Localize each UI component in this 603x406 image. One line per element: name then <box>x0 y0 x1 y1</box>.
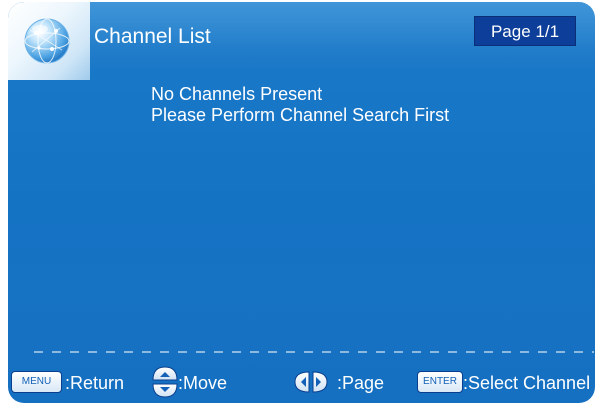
enter-hint: :Select Channel <box>463 373 591 393</box>
enter-key[interactable]: ENTER <box>417 371 463 393</box>
empty-message: No Channels Present Please Perform Chann… <box>151 84 449 126</box>
page-hint: :Page <box>337 373 385 393</box>
menu-hint: :Return <box>65 373 125 393</box>
empty-message-line-2: Please Perform Channel Search First <box>151 105 450 125</box>
channel-list-screen: Channel List Page 1/1 No Channels Presen… <box>8 2 595 403</box>
page-indicator: Page 1/1 <box>474 16 576 46</box>
logo-tile <box>8 2 90 80</box>
footer-hints: MENU :Return :Move :Page ENTER :Select C… <box>8 362 595 402</box>
globe-icon <box>24 18 70 64</box>
menu-key[interactable]: MENU <box>11 371 62 393</box>
up-down-arrows-icon[interactable] <box>150 365 180 399</box>
page-title: Channel List <box>94 25 211 48</box>
empty-message-line-1: No Channels Present <box>151 84 323 104</box>
left-right-arrows-icon[interactable] <box>292 370 330 394</box>
move-hint: :Move <box>178 373 228 393</box>
footer-divider <box>34 351 594 353</box>
